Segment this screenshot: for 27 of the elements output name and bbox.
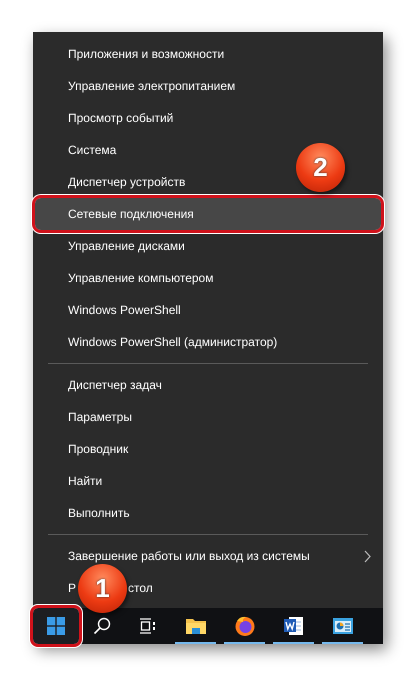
menu-item[interactable]: Р [68, 579, 76, 597]
browser-globe-icon [234, 615, 256, 637]
chevron-right-icon [364, 550, 371, 562]
menu-item[interactable]: Windows PowerShell (администратор) [68, 333, 278, 351]
menu-item[interactable]: Найти [68, 472, 102, 490]
document-w-icon [282, 615, 304, 637]
windows-logo-icon [47, 617, 65, 635]
menu-item[interactable]: Диспетчер устройств [68, 173, 186, 191]
menu-item[interactable]: Управление дисками [68, 237, 185, 255]
task-view-icon [139, 617, 157, 635]
menu-item[interactable]: стол [128, 579, 153, 597]
menu-item[interactable]: Сетевые подключения [35, 198, 381, 230]
search-icon [93, 617, 111, 635]
chart-window-icon [332, 616, 354, 636]
menu-item[interactable]: Просмотр событий [68, 109, 174, 127]
menu-item[interactable]: Управление компьютером [68, 269, 214, 287]
menu-item[interactable]: Приложения и возможности [68, 45, 224, 63]
menu-item[interactable]: Система [68, 141, 116, 159]
menu-item[interactable]: Windows PowerShell [68, 301, 181, 319]
menu-item[interactable]: Проводник [68, 440, 128, 458]
menu-item[interactable]: Завершение работы или выход из системы [68, 547, 310, 565]
folder-icon [184, 616, 206, 636]
menu-item[interactable]: Управление электропитанием [68, 77, 236, 95]
menu-item[interactable]: Параметры [68, 408, 132, 426]
menu-item[interactable]: Выполнить [68, 504, 130, 522]
menu-item[interactable]: Диспетчер задач [68, 376, 162, 394]
start-button[interactable] [33, 608, 79, 644]
